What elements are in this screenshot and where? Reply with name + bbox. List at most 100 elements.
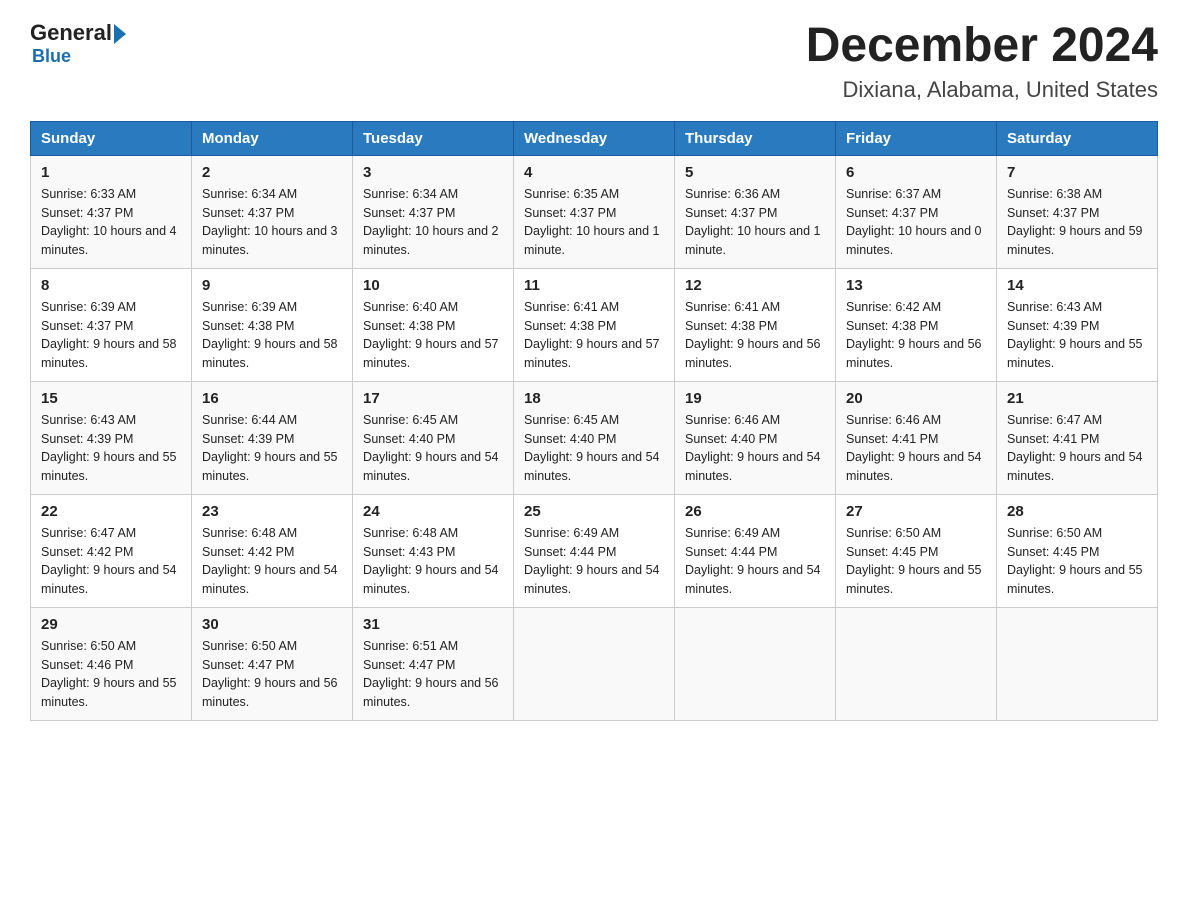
day-header-monday: Monday [192, 121, 353, 155]
day-number: 7 [1007, 164, 1147, 181]
logo-general-text: General [30, 20, 112, 46]
day-info: Sunrise: 6:50 AMSunset: 4:47 PMDaylight:… [202, 637, 342, 712]
location-title: Dixiana, Alabama, United States [806, 77, 1158, 103]
day-number: 30 [202, 616, 342, 633]
day-cell: 29 Sunrise: 6:50 AMSunset: 4:46 PMDayligh… [31, 607, 192, 720]
day-number: 3 [363, 164, 503, 181]
title-area: December 2024 Dixiana, Alabama, United S… [806, 20, 1158, 103]
day-info: Sunrise: 6:41 AMSunset: 4:38 PMDaylight:… [524, 298, 664, 373]
day-info: Sunrise: 6:43 AMSunset: 4:39 PMDaylight:… [1007, 298, 1147, 373]
logo-blue-text: Blue [32, 46, 71, 67]
day-cell: 21 Sunrise: 6:47 AMSunset: 4:41 PMDayligh… [997, 381, 1158, 494]
day-number: 31 [363, 616, 503, 633]
day-cell: 3 Sunrise: 6:34 AMSunset: 4:37 PMDaylight… [353, 155, 514, 268]
day-info: Sunrise: 6:49 AMSunset: 4:44 PMDaylight:… [524, 524, 664, 599]
day-number: 27 [846, 503, 986, 520]
day-cell: 4 Sunrise: 6:35 AMSunset: 4:37 PMDaylight… [514, 155, 675, 268]
day-info: Sunrise: 6:50 AMSunset: 4:45 PMDaylight:… [846, 524, 986, 599]
day-cell: 12Sunrise: 6:41 AMSunset: 4:38 PMDayligh… [675, 268, 836, 381]
day-cell [514, 607, 675, 720]
day-number: 4 [524, 164, 664, 181]
day-info: Sunrise: 6:45 AMSunset: 4:40 PMDaylight:… [524, 411, 664, 486]
day-number: 15 [41, 390, 181, 407]
day-cell: 16Sunrise: 6:44 AMSunset: 4:39 PMDayligh… [192, 381, 353, 494]
day-number: 5 [685, 164, 825, 181]
day-number: 8 [41, 277, 181, 294]
week-row-4: 22Sunrise: 6:47 AMSunset: 4:42 PMDayligh… [31, 494, 1158, 607]
day-number: 19 [685, 390, 825, 407]
day-number: 24 [363, 503, 503, 520]
day-cell [997, 607, 1158, 720]
day-info: Sunrise: 6:41 AMSunset: 4:38 PMDaylight:… [685, 298, 825, 373]
day-info: Sunrise: 6:37 AMSunset: 4:37 PMDaylight:… [846, 185, 986, 260]
day-header-saturday: Saturday [997, 121, 1158, 155]
day-header-wednesday: Wednesday [514, 121, 675, 155]
day-number: 29 [41, 616, 181, 633]
day-info: Sunrise: 6:39 AMSunset: 4:37 PMDaylight:… [41, 298, 181, 373]
day-cell [675, 607, 836, 720]
day-info: Sunrise: 6:38 AMSunset: 4:37 PMDaylight:… [1007, 185, 1147, 260]
day-number: 6 [846, 164, 986, 181]
day-info: Sunrise: 6:51 AMSunset: 4:47 PMDaylight:… [363, 637, 503, 712]
day-cell: 17 Sunrise: 6:45 AMSunset: 4:40 PMDayligh… [353, 381, 514, 494]
day-header-sunday: Sunday [31, 121, 192, 155]
day-cell: 9Sunrise: 6:39 AMSunset: 4:38 PMDaylight… [192, 268, 353, 381]
day-cell: 23Sunrise: 6:48 AMSunset: 4:42 PMDayligh… [192, 494, 353, 607]
day-cell: 19 Sunrise: 6:46 AMSunset: 4:40 PMDayligh… [675, 381, 836, 494]
day-number: 26 [685, 503, 825, 520]
day-info: Sunrise: 6:50 AMSunset: 4:45 PMDaylight:… [1007, 524, 1147, 599]
day-number: 17 [363, 390, 503, 407]
week-row-3: 15 Sunrise: 6:43 AMSunset: 4:39 PMDayligh… [31, 381, 1158, 494]
day-info: Sunrise: 6:33 AMSunset: 4:37 PMDaylight:… [41, 185, 181, 260]
logo: General [30, 20, 130, 46]
day-cell: 27 Sunrise: 6:50 AMSunset: 4:45 PMDayligh… [836, 494, 997, 607]
day-info: Sunrise: 6:46 AMSunset: 4:40 PMDaylight:… [685, 411, 825, 486]
day-cell: 30 Sunrise: 6:50 AMSunset: 4:47 PMDayligh… [192, 607, 353, 720]
page-header: General Blue December 2024 Dixiana, Alab… [30, 20, 1158, 103]
day-info: Sunrise: 6:35 AMSunset: 4:37 PMDaylight:… [524, 185, 664, 260]
day-info: Sunrise: 6:36 AMSunset: 4:37 PMDaylight:… [685, 185, 825, 260]
day-info: Sunrise: 6:47 AMSunset: 4:41 PMDaylight:… [1007, 411, 1147, 486]
day-number: 23 [202, 503, 342, 520]
day-info: Sunrise: 6:44 AMSunset: 4:39 PMDaylight:… [202, 411, 342, 486]
day-number: 2 [202, 164, 342, 181]
day-cell: 7 Sunrise: 6:38 AMSunset: 4:37 PMDaylight… [997, 155, 1158, 268]
day-info: Sunrise: 6:34 AMSunset: 4:37 PMDaylight:… [202, 185, 342, 260]
day-info: Sunrise: 6:46 AMSunset: 4:41 PMDaylight:… [846, 411, 986, 486]
days-header-row: SundayMondayTuesdayWednesdayThursdayFrid… [31, 121, 1158, 155]
day-cell: 15 Sunrise: 6:43 AMSunset: 4:39 PMDayligh… [31, 381, 192, 494]
day-number: 14 [1007, 277, 1147, 294]
day-cell: 2 Sunrise: 6:34 AMSunset: 4:37 PMDaylight… [192, 155, 353, 268]
day-cell: 25 Sunrise: 6:49 AMSunset: 4:44 PMDayligh… [514, 494, 675, 607]
logo-area: General Blue [30, 20, 130, 67]
day-info: Sunrise: 6:49 AMSunset: 4:44 PMDaylight:… [685, 524, 825, 599]
day-cell: 8 Sunrise: 6:39 AMSunset: 4:37 PMDaylight… [31, 268, 192, 381]
day-cell: 20 Sunrise: 6:46 AMSunset: 4:41 PMDayligh… [836, 381, 997, 494]
day-info: Sunrise: 6:50 AMSunset: 4:46 PMDaylight:… [41, 637, 181, 712]
calendar-table: SundayMondayTuesdayWednesdayThursdayFrid… [30, 121, 1158, 721]
day-info: Sunrise: 6:40 AMSunset: 4:38 PMDaylight:… [363, 298, 503, 373]
day-header-friday: Friday [836, 121, 997, 155]
day-number: 18 [524, 390, 664, 407]
logo-arrow-icon [114, 24, 126, 44]
day-number: 11 [524, 277, 664, 294]
day-info: Sunrise: 6:42 AMSunset: 4:38 PMDaylight:… [846, 298, 986, 373]
day-cell: 14 Sunrise: 6:43 AMSunset: 4:39 PMDayligh… [997, 268, 1158, 381]
day-info: Sunrise: 6:34 AMSunset: 4:37 PMDaylight:… [363, 185, 503, 260]
day-cell: 18 Sunrise: 6:45 AMSunset: 4:40 PMDayligh… [514, 381, 675, 494]
day-info: Sunrise: 6:43 AMSunset: 4:39 PMDaylight:… [41, 411, 181, 486]
day-header-tuesday: Tuesday [353, 121, 514, 155]
day-number: 21 [1007, 390, 1147, 407]
week-row-2: 8 Sunrise: 6:39 AMSunset: 4:37 PMDaylight… [31, 268, 1158, 381]
day-number: 25 [524, 503, 664, 520]
day-number: 20 [846, 390, 986, 407]
day-cell: 5 Sunrise: 6:36 AMSunset: 4:37 PMDaylight… [675, 155, 836, 268]
day-cell: 28Sunrise: 6:50 AMSunset: 4:45 PMDayligh… [997, 494, 1158, 607]
day-cell: 24Sunrise: 6:48 AMSunset: 4:43 PMDayligh… [353, 494, 514, 607]
day-cell [836, 607, 997, 720]
day-cell: 10Sunrise: 6:40 AMSunset: 4:38 PMDayligh… [353, 268, 514, 381]
day-info: Sunrise: 6:45 AMSunset: 4:40 PMDaylight:… [363, 411, 503, 486]
day-cell: 31 Sunrise: 6:51 AMSunset: 4:47 PMDayligh… [353, 607, 514, 720]
day-number: 22 [41, 503, 181, 520]
day-header-thursday: Thursday [675, 121, 836, 155]
